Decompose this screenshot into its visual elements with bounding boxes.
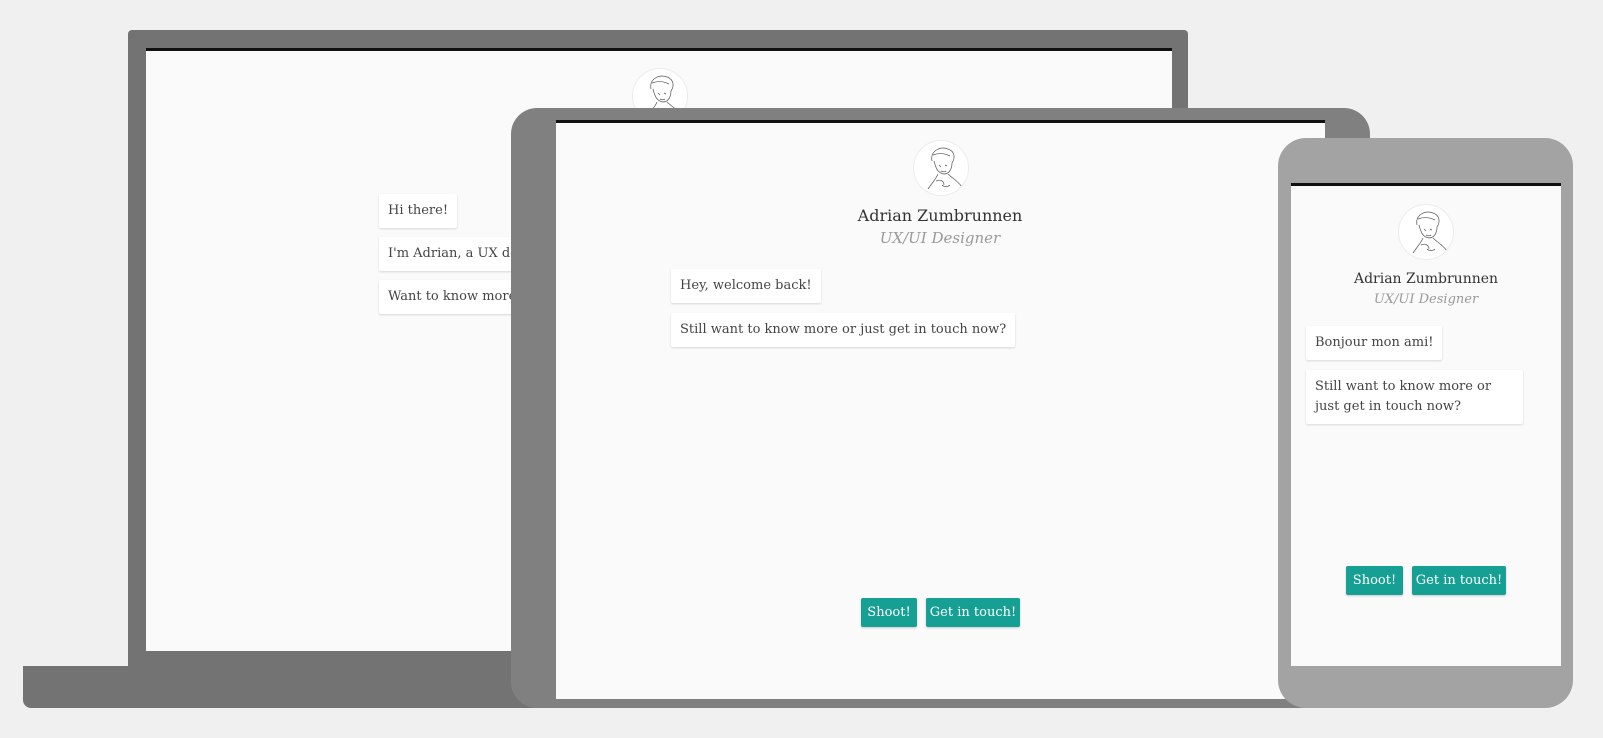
- chat-message: Hey, welcome back!: [671, 269, 821, 303]
- profile-role: UX/UI Designer: [1373, 292, 1479, 307]
- chat-message: Still want to know more or just get in t…: [671, 313, 1016, 347]
- get-in-touch-button[interactable]: Get in touch!: [926, 598, 1020, 627]
- shoot-button[interactable]: Shoot!: [861, 598, 917, 627]
- shoot-button[interactable]: Shoot!: [1346, 566, 1403, 595]
- profile-name: Adrian Zumbrunnen: [1353, 271, 1499, 287]
- tablet-screen: Adrian Zumbrunnen UX/UI Designer Hey, we…: [556, 120, 1325, 699]
- profile-name: Adrian Zumbrunnen: [857, 206, 1023, 225]
- chat-message: Want to know more: [379, 280, 519, 314]
- chat-message: Bonjour mon ami!: [1306, 326, 1443, 360]
- get-in-touch-button[interactable]: Get in touch!: [1412, 566, 1506, 595]
- avatar-icon: [1398, 204, 1454, 260]
- avatar-icon: [913, 140, 969, 196]
- phone-screen: Adrian Zumbrunnen UX/UI Designer Bonjour…: [1291, 183, 1561, 666]
- chat-message: Hi there!: [379, 194, 458, 228]
- chat-message: Still want to know more or just get in t…: [1306, 370, 1523, 424]
- chat-message: I'm Adrian, a UX de: [379, 237, 519, 271]
- profile-role: UX/UI Designer: [879, 229, 1001, 247]
